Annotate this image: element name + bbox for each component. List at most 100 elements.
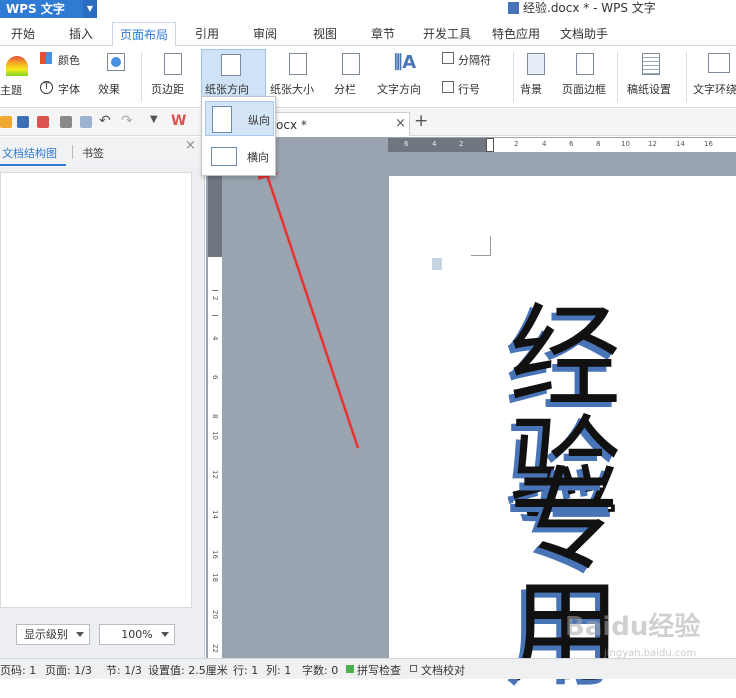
open-icon[interactable] [0, 116, 12, 128]
undo-icon[interactable]: ↶ [99, 113, 111, 129]
document-tab-label: ocx * [276, 118, 307, 132]
text-wrap-button[interactable]: 文字环绕 [693, 81, 736, 97]
paper-size-icon [289, 53, 307, 75]
ribbon-tabs: 开始 插入 页面布局 引用 审阅 视图 章节 开发工具 特色应用 文档助手 [0, 22, 736, 47]
text-direction-button[interactable]: 文字方向 [377, 81, 421, 97]
print-icon[interactable] [60, 116, 72, 128]
tab-page-layout[interactable]: 页面布局 [112, 22, 176, 47]
color-button[interactable]: 颜色 [58, 52, 80, 68]
ruler-tick-label: 4 [432, 140, 437, 148]
tab-references[interactable]: 引用 [186, 22, 228, 46]
zoom-select[interactable]: 100% [99, 624, 175, 645]
status-pages[interactable]: 页面: 1/3 [45, 662, 92, 678]
text-wrap-icon [708, 53, 730, 73]
status-bar: 页码: 1 页面: 1/3 节: 1/3 设置值: 2.5厘米 行: 1 列: … [0, 658, 736, 679]
tab-doc-assistant[interactable]: 文档助手 [554, 22, 614, 46]
line-numbers-icon [442, 81, 454, 93]
close-icon[interactable]: × [185, 138, 196, 153]
wps-menu-button[interactable]: WPS 文字 ▼ [0, 0, 97, 18]
margins-icon [164, 53, 182, 75]
ruler-tick-label: 6 [404, 140, 409, 148]
window-title: 经验.docx * - WPS 文字 [508, 0, 656, 16]
breaks-icon [442, 52, 454, 64]
tab-special[interactable]: 特色应用 [486, 22, 546, 46]
horizontal-ruler[interactable]: 6 4 2 2 4 6 8 10 12 14 16 [388, 138, 736, 152]
navigation-tabs: 文档结构图 书签 × [0, 137, 205, 167]
menu-item-landscape-label: 横向 [247, 151, 269, 164]
spell-check-button[interactable]: 拼写检查 [357, 662, 401, 678]
chevron-down-icon [76, 632, 84, 637]
chevron-down-icon[interactable]: ▼ [150, 114, 158, 125]
ruler-page-area [208, 257, 222, 658]
tab-developer[interactable]: 开发工具 [418, 22, 476, 46]
menu-item-portrait[interactable]: 纵向 [205, 101, 274, 136]
indent-marker[interactable] [486, 138, 494, 152]
divider [72, 145, 73, 159]
background-button[interactable]: 背景 [520, 81, 542, 97]
redo-icon[interactable]: ↷ [121, 113, 133, 129]
window-title-text: 经验.docx * - WPS 文字 [523, 1, 656, 15]
wps-menu-label: WPS 文字 [6, 2, 65, 16]
print-preview-icon[interactable] [80, 116, 92, 128]
margins-button[interactable]: 页边距 [151, 81, 184, 97]
chevron-down-icon [161, 632, 169, 637]
annotation-arrow [258, 156, 360, 449]
paste-options-icon[interactable] [432, 258, 442, 270]
ruler-tick-label: 8 [211, 414, 219, 419]
page-border-icon [576, 53, 594, 75]
tab-insert[interactable]: 插入 [60, 22, 102, 46]
export-pdf-icon[interactable] [37, 116, 49, 128]
tab-bookmark[interactable]: 书签 [82, 145, 104, 161]
color-icon [40, 52, 52, 64]
status-column[interactable]: 列: 1 [266, 662, 291, 678]
status-section[interactable]: 节: 1/3 [106, 662, 142, 678]
proof-button[interactable]: 文档校对 [421, 662, 465, 678]
tab-chapter[interactable]: 章节 [362, 22, 404, 46]
status-setting[interactable]: 设置值: 2.5厘米 [148, 662, 228, 678]
status-word-count[interactable]: 字数: 0 [302, 662, 338, 678]
ruler-tick-label: 2 [211, 296, 219, 301]
menu-item-landscape[interactable]: 横向 [205, 139, 274, 174]
chevron-down-icon[interactable]: ▼ [83, 0, 97, 18]
ruler-tick-label: 6 [211, 375, 219, 380]
vertical-ruler[interactable]: 2 4 6 8 10 12 14 16 18 20 22 [208, 140, 222, 658]
status-page-number[interactable]: 页码: 1 [0, 662, 36, 678]
paper-size-button[interactable]: 纸张大小 [270, 81, 314, 97]
ruler-tick-label: 4 [211, 336, 219, 341]
tab-view[interactable]: 视图 [304, 22, 346, 46]
document-tab[interactable]: ocx * × [267, 112, 410, 136]
ruler-tick-label: 4 [542, 140, 547, 148]
columns-button[interactable]: 分栏 [334, 81, 356, 97]
new-tab-icon[interactable]: + [414, 111, 428, 131]
font-button[interactable]: 字体 [58, 81, 80, 97]
close-icon[interactable]: × [395, 116, 406, 131]
document-page[interactable]: 经验 专用 [389, 176, 736, 689]
manuscript-button[interactable]: 稿纸设置 [627, 81, 671, 97]
tab-start[interactable]: 开始 [2, 22, 44, 46]
page-border-button[interactable]: 页面边框 [562, 81, 606, 97]
orientation-menu: 纵向 横向 [201, 96, 276, 176]
ruler-tick-label: 10 [621, 140, 630, 148]
margin-corner-mark [471, 236, 491, 256]
tab-review[interactable]: 审阅 [244, 22, 286, 46]
effect-button[interactable]: 效果 [98, 81, 120, 97]
ruler-tick-label: 22 [211, 644, 219, 653]
proof-icon [410, 665, 417, 672]
status-row[interactable]: 行: 1 [233, 662, 258, 678]
save-icon[interactable] [17, 116, 29, 128]
zoom-select-value: 100% [121, 628, 153, 641]
ruler-tick-label: 14 [211, 510, 219, 519]
theme-button[interactable]: 主题 [0, 82, 22, 98]
level-select-value: 显示级别 [24, 628, 68, 641]
ruler-tick-label: 12 [211, 470, 219, 479]
text-direction-icon: ⫼A [394, 52, 417, 73]
theme-icon[interactable] [6, 56, 28, 76]
level-select[interactable]: 显示级别 [16, 624, 90, 645]
menu-item-portrait-label: 纵向 [248, 114, 270, 127]
tab-outline[interactable]: 文档结构图 [2, 145, 57, 161]
ruler-page-area [494, 138, 736, 152]
ruler-tick-label: 20 [211, 610, 219, 619]
line-numbers-button[interactable]: 行号 [458, 81, 480, 97]
breaks-button[interactable]: 分隔符 [458, 52, 491, 68]
watermark-logo: Baidu经验 [565, 612, 701, 642]
